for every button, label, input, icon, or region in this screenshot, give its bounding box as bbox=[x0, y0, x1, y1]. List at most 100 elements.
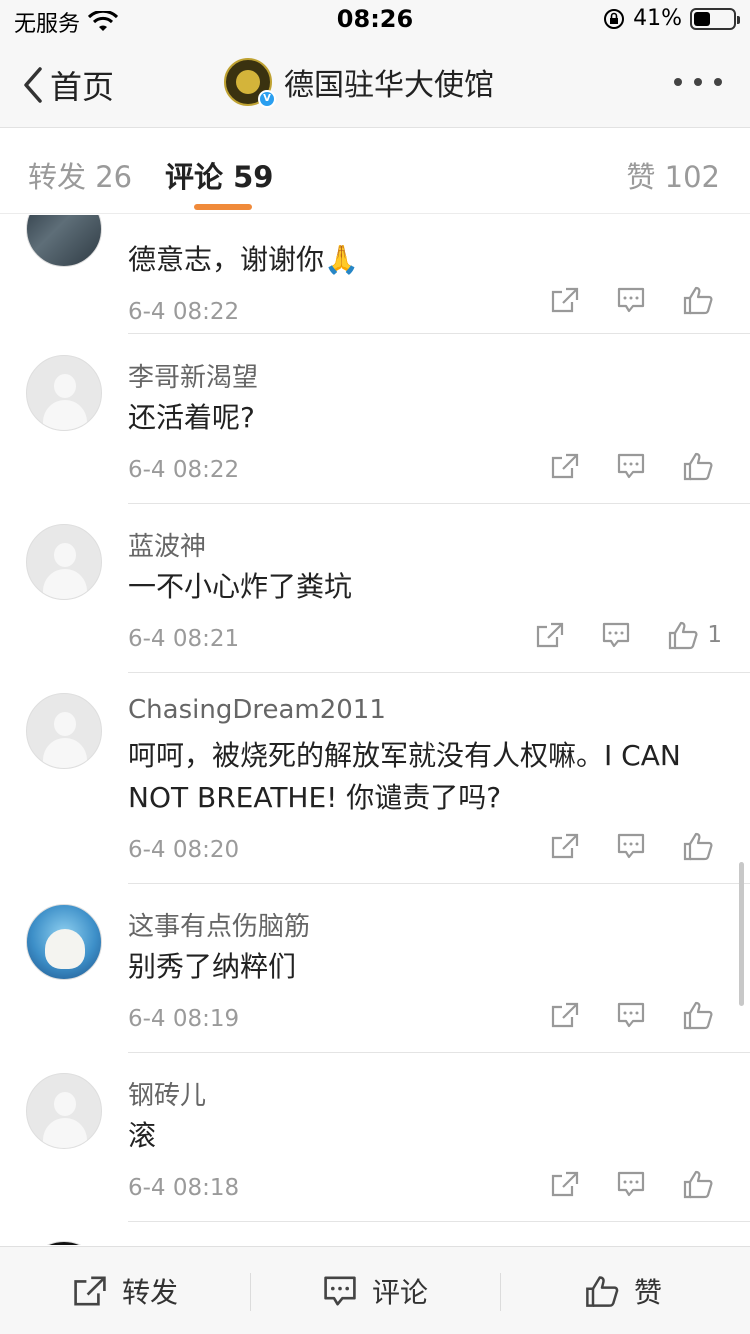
repost-button[interactable]: 转发 bbox=[72, 1271, 178, 1311]
battery-percent: 41% bbox=[633, 6, 682, 31]
commenter-name[interactable]: 李哥新渴望 bbox=[128, 357, 258, 394]
commenter-name[interactable]: 蓝波神 bbox=[128, 526, 206, 563]
battery-level bbox=[694, 11, 710, 26]
comment-actions bbox=[514, 451, 722, 481]
avatar[interactable] bbox=[26, 693, 102, 769]
like-button[interactable] bbox=[682, 1169, 722, 1199]
tab-reposts[interactable]: 转发 26 bbox=[28, 154, 132, 196]
commenter-name[interactable]: ChasingDream2011 bbox=[128, 695, 386, 725]
thumbs-up-icon bbox=[683, 1170, 713, 1199]
tab-comments[interactable]: 评论 59 bbox=[165, 154, 273, 196]
comment-icon bbox=[617, 453, 645, 479]
comment-label: 评论 bbox=[372, 1276, 429, 1309]
reply-button[interactable] bbox=[616, 452, 646, 480]
comment-text: 还活着呢? bbox=[128, 401, 255, 434]
account-name[interactable]: 德国驻华大使馆 bbox=[284, 60, 494, 104]
tab-likes[interactable]: 赞 102 bbox=[626, 154, 720, 196]
reply-button[interactable] bbox=[616, 286, 646, 314]
more-options-icon[interactable] bbox=[674, 78, 722, 86]
share-icon bbox=[74, 1276, 106, 1306]
comment-text: 滚 bbox=[128, 1119, 157, 1152]
thumbs-up-icon bbox=[683, 1001, 713, 1030]
chevron-left-icon bbox=[24, 67, 42, 103]
comment-time: 6-4 08:21 bbox=[128, 626, 240, 652]
scrollbar[interactable] bbox=[739, 862, 744, 1006]
share-icon bbox=[551, 1002, 579, 1028]
divider bbox=[250, 1273, 251, 1311]
comment-text: 别秀了纳粹们 bbox=[128, 950, 297, 983]
like-count: 1 bbox=[707, 622, 722, 648]
share-button[interactable] bbox=[535, 621, 565, 649]
avatar[interactable] bbox=[26, 904, 102, 980]
share-button[interactable] bbox=[550, 832, 580, 860]
divider bbox=[128, 503, 750, 504]
comment-actions bbox=[514, 831, 722, 861]
repost-label: 转发 bbox=[122, 1276, 179, 1309]
comment-text: 一不小心炸了粪坑 bbox=[128, 570, 353, 603]
avatar[interactable] bbox=[26, 1241, 102, 1245]
share-button[interactable] bbox=[550, 452, 580, 480]
account-avatar[interactable]: V bbox=[224, 58, 276, 108]
comment-time: 6-4 08:19 bbox=[128, 1006, 240, 1032]
share-icon bbox=[551, 287, 579, 313]
comment-actions bbox=[514, 1169, 722, 1199]
avatar[interactable] bbox=[26, 355, 102, 431]
share-icon bbox=[551, 453, 579, 479]
thumbs-up-icon bbox=[683, 452, 713, 481]
rotation-lock-icon bbox=[604, 8, 625, 29]
divider bbox=[128, 333, 750, 334]
comment-list[interactable]: 德意志，谢谢你🙏 6-4 08:22 李哥新渴望 还活着呢? 6-4 08:22 bbox=[0, 215, 750, 1245]
like-button[interactable] bbox=[682, 285, 722, 315]
share-button[interactable] bbox=[550, 286, 580, 314]
divider bbox=[128, 1052, 750, 1053]
like-button[interactable] bbox=[682, 831, 722, 861]
nav-bar: 首页 V 德国驻华大使馆 bbox=[0, 42, 750, 128]
divider bbox=[500, 1273, 501, 1311]
status-bar: 无服务 08:26 41% bbox=[0, 0, 750, 42]
thumbs-up-icon bbox=[586, 1276, 619, 1307]
comment-actions bbox=[514, 285, 722, 315]
share-icon bbox=[551, 1171, 579, 1197]
comment-time: 6-4 08:22 bbox=[128, 299, 240, 325]
battery-icon bbox=[690, 7, 740, 30]
thumbs-up-icon bbox=[669, 621, 698, 650]
comment-button[interactable]: 评论 bbox=[322, 1271, 428, 1311]
avatar[interactable] bbox=[26, 215, 102, 267]
reply-button[interactable] bbox=[616, 832, 646, 860]
verified-badge: V bbox=[258, 90, 276, 108]
like-button[interactable] bbox=[682, 451, 722, 481]
tab-bar: 转发 26 评论 59 赞 102 bbox=[0, 128, 750, 214]
comment-actions: 1 bbox=[499, 620, 722, 650]
active-tab-indicator bbox=[194, 204, 252, 210]
comment-time: 6-4 08:22 bbox=[128, 457, 240, 483]
reply-button[interactable] bbox=[601, 621, 631, 649]
avatar[interactable] bbox=[26, 524, 102, 600]
account-header[interactable]: V 德国驻华大使馆 bbox=[224, 58, 494, 108]
commenter-name[interactable]: 钢砖儿 bbox=[128, 1075, 206, 1112]
comment-icon bbox=[603, 622, 630, 648]
like-post-button[interactable]: 赞 bbox=[584, 1271, 662, 1311]
like-button[interactable] bbox=[682, 1000, 722, 1030]
comment-text: 德意志，谢谢你🙏 bbox=[128, 243, 359, 276]
divider bbox=[128, 1221, 750, 1222]
back-button[interactable]: 首页 bbox=[20, 62, 114, 108]
divider bbox=[128, 672, 750, 673]
reply-button[interactable] bbox=[616, 1001, 646, 1029]
share-button[interactable] bbox=[550, 1001, 580, 1029]
comment-actions bbox=[514, 1000, 722, 1030]
comment-time: 6-4 08:18 bbox=[128, 1175, 240, 1201]
avatar[interactable] bbox=[26, 1073, 102, 1149]
share-button[interactable] bbox=[550, 1170, 580, 1198]
divider bbox=[128, 883, 750, 884]
back-label: 首页 bbox=[50, 68, 115, 106]
comment-icon bbox=[617, 1002, 645, 1028]
comment-icon bbox=[324, 1276, 356, 1306]
share-icon bbox=[537, 622, 564, 648]
reply-button[interactable] bbox=[616, 1170, 646, 1198]
comment-icon bbox=[617, 1171, 645, 1197]
comment-icon bbox=[617, 287, 645, 313]
thumbs-up-icon bbox=[683, 286, 713, 315]
polar-bear-icon bbox=[45, 929, 85, 969]
like-button[interactable]: 1 bbox=[667, 620, 722, 650]
commenter-name[interactable]: 这事有点伤脑筋 bbox=[128, 906, 310, 943]
